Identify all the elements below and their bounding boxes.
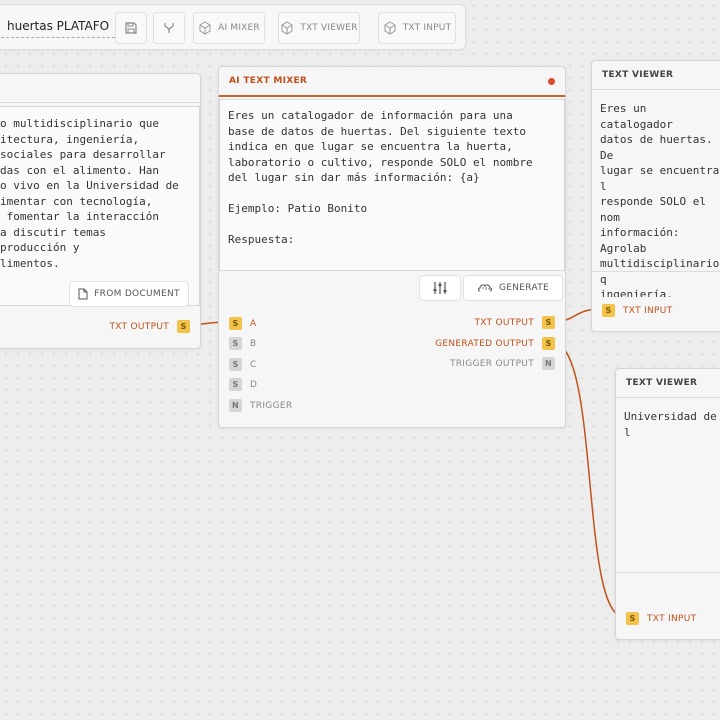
txt-output-port[interactable]: TXT OUTPUT S (109, 320, 190, 333)
sliders-icon (433, 282, 447, 294)
input-port-c[interactable]: S C (229, 358, 257, 371)
save-button[interactable] (115, 12, 147, 44)
text-viewer-node-2[interactable]: TEXT VIEWER Universidad de l S TXT INPUT (615, 368, 720, 640)
prompt-textarea[interactable]: Eres un catalogador de información para … (219, 99, 565, 271)
output-port-generated[interactable]: GENERATED OUTPUT S (435, 337, 555, 350)
node-title: AI TEXT MIXER (219, 67, 565, 97)
from-document-button[interactable]: FROM DOCUMENT (69, 281, 189, 307)
node-header (0, 74, 200, 103)
divider (592, 271, 720, 272)
brain-icon (477, 284, 492, 292)
cube-icon (199, 21, 211, 35)
txt-input-port[interactable]: S TXT INPUT (602, 304, 672, 317)
node-title: TEXT VIEWER (616, 369, 720, 398)
input-port-trigger[interactable]: N TRIGGER (229, 399, 292, 412)
txt-viewer-button[interactable]: TXT VIEWER (278, 12, 360, 44)
output-port-trigger[interactable]: TRIGGER OUTPUT N (450, 357, 555, 370)
input-port-a[interactable]: S A (229, 317, 256, 330)
txt-input-node[interactable]: o multidisciplinario que itectura, ingen… (0, 73, 201, 349)
viewer-output-text: Eres un catalogador datos de huertas. De… (600, 102, 720, 297)
fork-button[interactable] (153, 12, 185, 44)
cube-icon (281, 21, 293, 35)
project-title-field[interactable]: huertas PLATAFO (1, 15, 116, 38)
output-port-txt[interactable]: TXT OUTPUT S (474, 316, 555, 329)
generate-button[interactable]: GENERATE (463, 275, 563, 301)
viewer-output-text: Universidad de l (624, 410, 717, 439)
status-dot (548, 78, 555, 85)
input-port-b[interactable]: S B (229, 337, 256, 350)
txt-input-button[interactable]: TXT INPUT (378, 12, 456, 44)
fork-icon (164, 23, 174, 33)
node-title: TEXT VIEWER (592, 61, 720, 90)
text-viewer-node-1[interactable]: TEXT VIEWER Eres un catalogador datos de… (591, 60, 720, 332)
ai-text-mixer-node[interactable]: AI TEXT MIXER Eres un catalogador de inf… (218, 66, 566, 428)
txt-input-port[interactable]: S TXT INPUT (626, 612, 696, 625)
cube-icon (384, 21, 396, 35)
divider (616, 572, 720, 573)
input-textarea[interactable]: o multidisciplinario que itectura, ingen… (0, 106, 200, 306)
save-icon (125, 22, 137, 34)
settings-button[interactable] (419, 275, 461, 301)
ai-mixer-button[interactable]: AI MIXER (193, 12, 265, 44)
input-port-d[interactable]: S D (229, 378, 257, 391)
document-icon (78, 288, 88, 300)
top-toolbar: huertas PLATAFO AI MIXER TXT VIEWER TXT … (0, 4, 466, 50)
